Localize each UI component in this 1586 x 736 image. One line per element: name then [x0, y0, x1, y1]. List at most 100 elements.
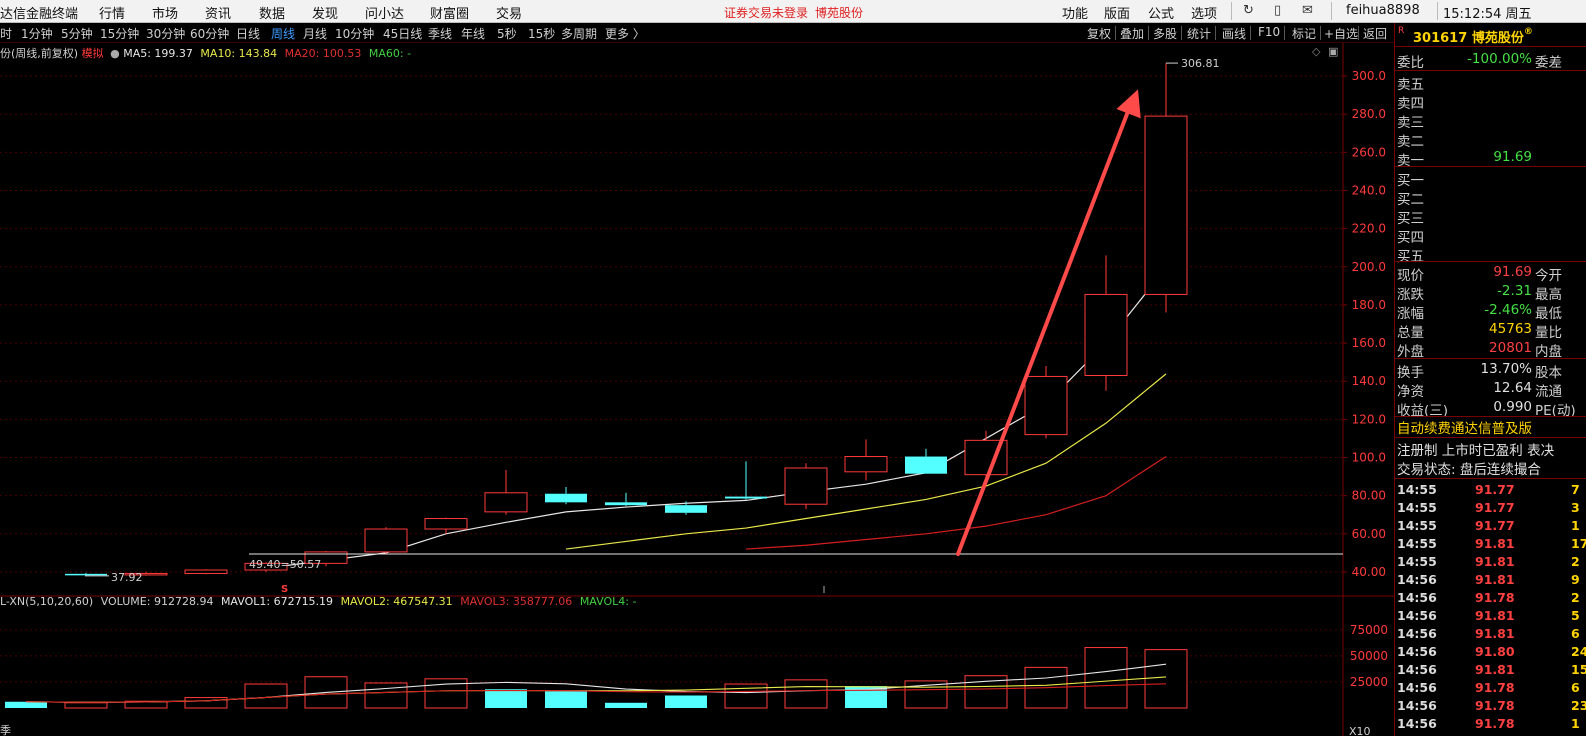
menu-gongshi[interactable]: 公式: [1148, 3, 1174, 22]
tick-time: 14:55: [1397, 482, 1437, 497]
candle-down: [665, 505, 707, 513]
buy-level-label: 买一: [1397, 173, 1424, 189]
tab-period[interactable]: 15秒: [528, 25, 555, 42]
candle-down: [725, 496, 767, 499]
tab-period[interactable]: 月线: [303, 25, 327, 42]
tick-price: 91.78: [1475, 680, 1515, 695]
tool-f10[interactable]: F10: [1258, 25, 1280, 39]
trading-status: 交易状态: 盘后连续撮合: [1397, 462, 1541, 478]
volume-bar-down: [5, 701, 47, 708]
sell-marker: S: [281, 584, 288, 595]
login-notice[interactable]: 证券交易未登录: [724, 4, 808, 21]
tick-price: 91.81: [1475, 662, 1515, 677]
stat-label: 涨幅: [1397, 306, 1424, 322]
tick-row: 14:56 91.78 1: [1395, 715, 1586, 733]
price-tick-label: 300.0: [1352, 69, 1386, 83]
tab-period[interactable]: 5秒: [497, 25, 517, 42]
tool-fuquan[interactable]: 复权: [1087, 25, 1111, 42]
candle-up: [1144, 115, 1188, 295]
tool-huaxian[interactable]: 画线: [1222, 25, 1246, 42]
price-tick-label: 160.0: [1352, 336, 1386, 350]
tick-time: 14:55: [1397, 500, 1437, 515]
menu-gongneng[interactable]: 功能: [1062, 3, 1088, 22]
tab-period[interactable]: 季线: [428, 25, 452, 42]
username[interactable]: feihua8898: [1346, 3, 1420, 18]
toolbar-divider: [1358, 26, 1359, 40]
toolbar-divider: [1250, 26, 1251, 40]
stat-value: 20801: [1489, 340, 1532, 356]
menu-faxian[interactable]: 发现: [312, 3, 338, 22]
refresh-icon[interactable]: ↻: [1243, 3, 1254, 18]
promo-text[interactable]: 自动续费通达信普及版: [1397, 417, 1532, 437]
tab-more[interactable]: 更多 〉: [605, 25, 645, 42]
mail-icon[interactable]: ✉: [1302, 3, 1313, 18]
tick-price: 91.81: [1475, 536, 1515, 551]
tool-back[interactable]: 返回: [1363, 25, 1387, 42]
quote-divider: [1395, 478, 1586, 479]
kline-chart[interactable]: 300.0 280.0 260.0 240.0 220.0 200.0 180.0 160.0…: [0, 43, 1394, 736]
tick-row: 14:55 91.77 1: [1395, 517, 1586, 535]
tool-diejia[interactable]: 叠加: [1120, 25, 1144, 42]
menu-wenxiaoda[interactable]: 问小达: [365, 3, 404, 22]
tab-period-active[interactable]: 周线: [271, 25, 295, 42]
stat-label: 股本: [1535, 365, 1562, 381]
tab-period[interactable]: 1分钟: [21, 25, 53, 42]
menu-zixun[interactable]: 资讯: [205, 3, 231, 22]
tick-volume: 3: [1571, 500, 1580, 515]
tick-time: 14:56: [1397, 698, 1437, 713]
stock-code-name[interactable]: 301617 博苑股份®: [1413, 27, 1533, 46]
tab-period[interactable]: 15分钟: [100, 25, 139, 42]
tab-period[interactable]: 时: [0, 25, 12, 42]
tick-time: 14:56: [1397, 680, 1437, 695]
notice-stock-name[interactable]: 博苑股份: [815, 4, 863, 21]
stat-label: 流通: [1535, 384, 1562, 400]
tick-row: 14:55 91.81 17: [1395, 535, 1586, 553]
buy-level-label: 买三: [1397, 211, 1424, 227]
stat-value: 12.64: [1493, 380, 1532, 396]
menu-caifuquan[interactable]: 财富圈: [430, 3, 469, 22]
tab-period[interactable]: 45日线: [383, 25, 422, 42]
price-tick-label: 140.0: [1352, 374, 1386, 388]
tab-period[interactable]: 日线: [236, 25, 260, 42]
stat-value: 91.69: [1493, 264, 1532, 280]
tool-tongji[interactable]: 统计: [1187, 25, 1211, 42]
buy-level-row: 买一: [1395, 168, 1586, 189]
tool-add-watchlist[interactable]: +自选: [1324, 25, 1358, 42]
buy-level-row: 买三: [1395, 206, 1586, 227]
volume-tick-label: 50000: [1350, 649, 1388, 663]
annotations: 306.81 37.92 49.40=50.57 S 季: [0, 57, 1343, 736]
tab-period[interactable]: 30分钟: [146, 25, 185, 42]
menu-hangqing[interactable]: 行情: [99, 3, 125, 22]
tool-duogu[interactable]: 多股: [1153, 25, 1177, 42]
tab-period[interactable]: 年线: [461, 25, 485, 42]
menu-shichang[interactable]: 市场: [152, 3, 178, 22]
tab-period[interactable]: 多周期: [561, 25, 597, 42]
tick-row: 14:56 91.78 6: [1395, 679, 1586, 697]
tick-time: 14:56: [1397, 572, 1437, 587]
tick-price: 91.77: [1475, 518, 1515, 533]
menu-jiaoyi[interactable]: 交易: [496, 3, 522, 22]
tab-period[interactable]: 10分钟: [335, 25, 374, 42]
tick-price: 91.80: [1475, 644, 1515, 659]
candle-up: [424, 518, 468, 530]
phone-icon[interactable]: ▯: [1274, 3, 1281, 18]
buy-level-row: 买二: [1395, 187, 1586, 208]
stat-value: 45763: [1489, 321, 1532, 337]
menu-shuju[interactable]: 数据: [259, 3, 285, 22]
tick-price: 91.77: [1475, 500, 1515, 515]
tab-period[interactable]: 60分钟: [190, 25, 229, 42]
price-tick-label: 100.0: [1352, 451, 1386, 465]
menu-xuanxiang[interactable]: 选项: [1191, 3, 1217, 22]
tick-volume: 6: [1571, 626, 1580, 641]
menu-banmian[interactable]: 版面: [1104, 3, 1130, 22]
buy-level-label: 买四: [1397, 230, 1424, 246]
stat-label: 总量: [1397, 325, 1424, 341]
tick-row: 14:55 91.77 3: [1395, 499, 1586, 517]
tool-biaoji[interactable]: 标记: [1292, 25, 1316, 42]
tick-time: 14:56: [1397, 590, 1437, 605]
tick-volume: 23: [1571, 698, 1586, 713]
stat-label: 最高: [1535, 287, 1562, 303]
tick-volume: 17: [1571, 536, 1586, 551]
tab-period[interactable]: 5分钟: [61, 25, 93, 42]
tick-price: 91.78: [1475, 590, 1515, 605]
